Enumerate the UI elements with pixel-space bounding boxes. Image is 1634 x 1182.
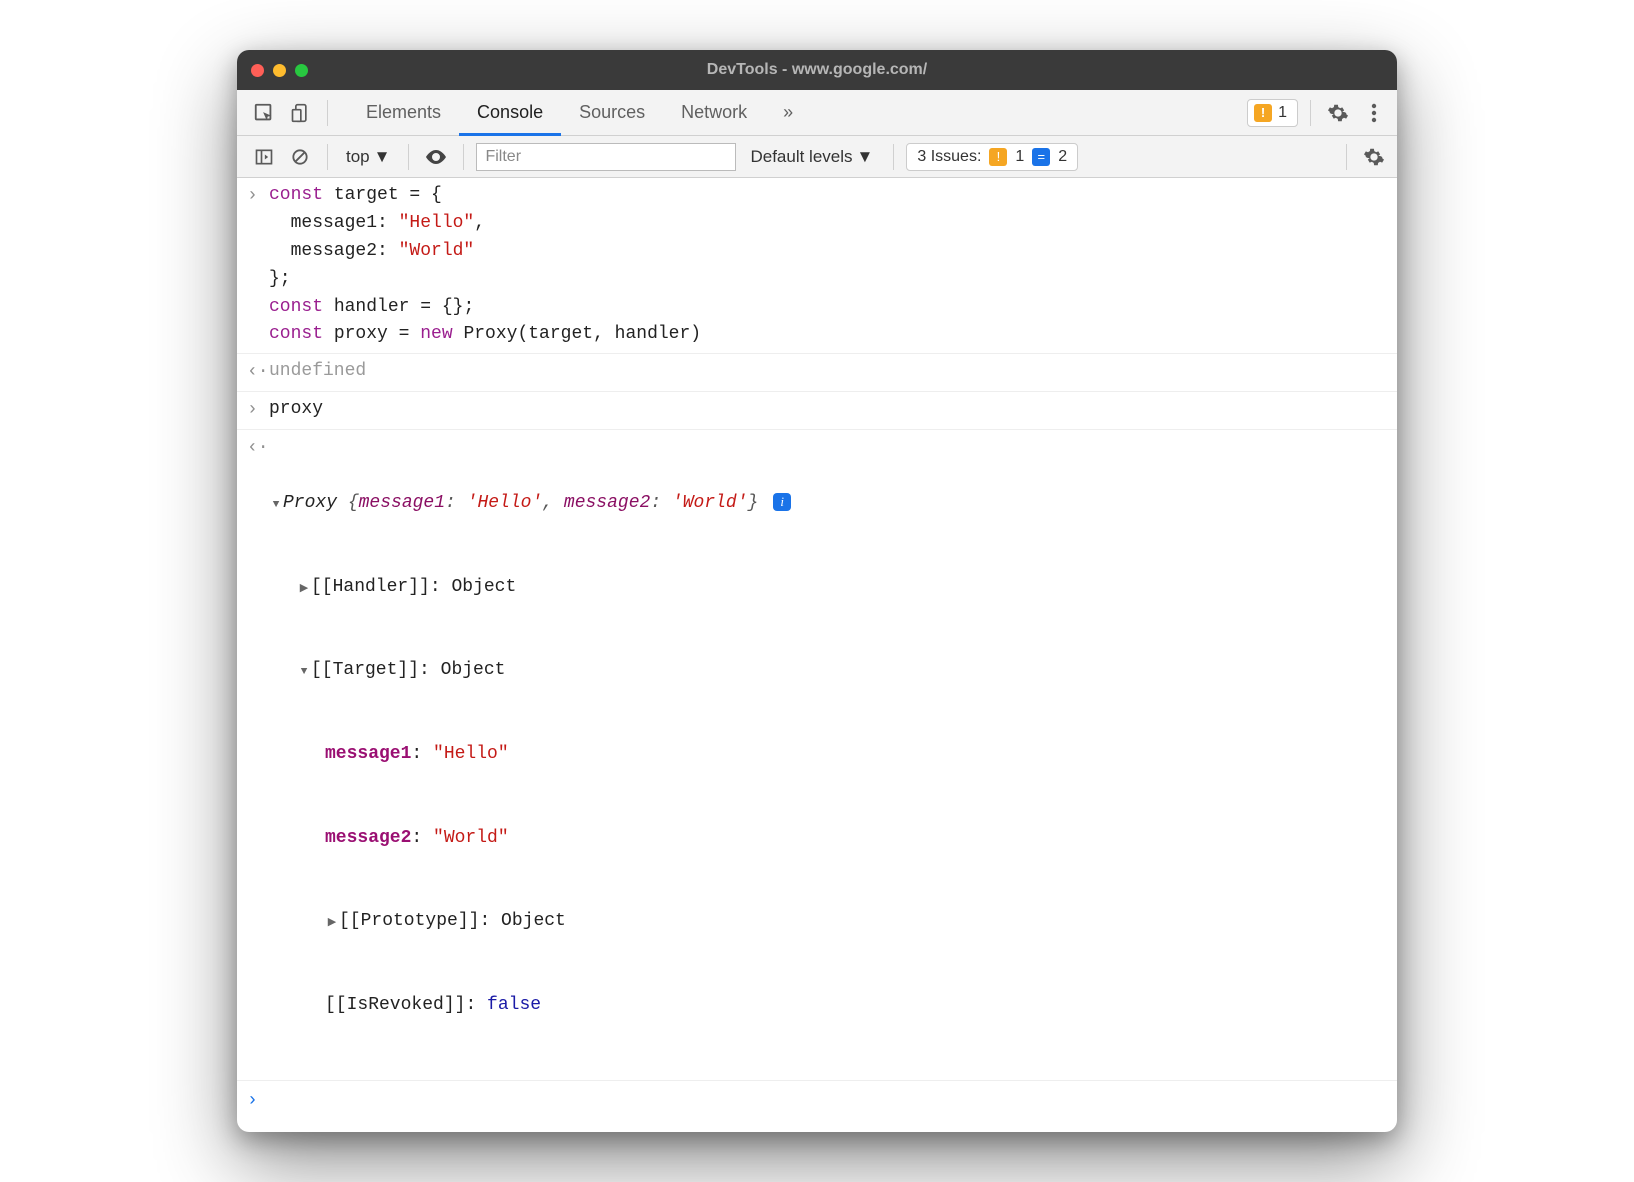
expand-toggle-icon[interactable]: [269, 490, 283, 518]
levels-label: Default levels: [750, 147, 852, 167]
device-toggle-icon[interactable]: [285, 98, 315, 128]
object-property: message1: "Hello": [269, 741, 1385, 769]
filter-input[interactable]: [476, 143, 736, 171]
object-property: message2: "World": [269, 825, 1385, 853]
output-chevron-icon: ‹·: [247, 358, 269, 387]
input-chevron-icon: ›: [247, 182, 269, 349]
window-title: DevTools - www.google.com/: [237, 61, 1397, 79]
input-chevron-icon: ›: [247, 1087, 269, 1116]
console-input-row[interactable]: › const target = { message1: "Hello", me…: [237, 178, 1397, 354]
window-controls: [251, 64, 308, 77]
issues-label: 3 Issues:: [917, 148, 981, 166]
context-selector[interactable]: top ▼: [340, 147, 396, 167]
separator: [1346, 144, 1347, 170]
output-chevron-icon: ‹·: [247, 434, 269, 1075]
object-property[interactable]: [[Target]]: Object: [269, 657, 1385, 685]
issues-info-count: 2: [1058, 148, 1067, 166]
devtools-window: DevTools - www.google.com/ Elements Cons…: [237, 50, 1397, 1132]
issues-warn-count: 1: [1015, 148, 1024, 166]
issues-button[interactable]: 3 Issues: ! 1 = 2: [906, 143, 1078, 171]
input-chevron-icon: ›: [247, 396, 269, 425]
settings-icon[interactable]: [1323, 98, 1353, 128]
inspect-element-icon[interactable]: [249, 98, 279, 128]
undefined-result: undefined: [269, 358, 1385, 387]
console-settings-icon[interactable]: [1359, 142, 1389, 172]
info-icon: =: [1032, 148, 1050, 166]
object-header[interactable]: Proxy {message1: 'Hello', message2: 'Wor…: [269, 490, 1385, 518]
warning-count: 1: [1278, 104, 1287, 122]
expand-toggle-icon[interactable]: [297, 574, 311, 602]
separator: [327, 144, 328, 170]
separator: [408, 144, 409, 170]
main-toolbar: Elements Console Sources Network » ! 1: [237, 90, 1397, 136]
tab-elements[interactable]: Elements: [348, 90, 459, 135]
context-label: top: [346, 147, 370, 167]
expand-toggle-icon[interactable]: [297, 657, 311, 685]
log-levels-selector[interactable]: Default levels ▼: [742, 147, 881, 167]
separator: [1310, 100, 1311, 126]
minimize-window-button[interactable]: [273, 64, 286, 77]
console-result-row: ‹· Proxy {message1: 'Hello', message2: '…: [237, 430, 1397, 1080]
clear-console-icon[interactable]: [285, 142, 315, 172]
warning-icon: !: [989, 148, 1007, 166]
panel-tabs: Elements Console Sources Network »: [348, 90, 811, 135]
separator: [893, 144, 894, 170]
object-property: [[IsRevoked]]: false: [269, 992, 1385, 1020]
code-block: const target = { message1: "Hello", mess…: [269, 182, 1385, 349]
console-output: › const target = { message1: "Hello", me…: [237, 178, 1397, 1132]
console-input-empty[interactable]: [269, 1087, 1385, 1116]
console-result-row: ‹· undefined: [237, 354, 1397, 392]
expand-toggle-icon[interactable]: [325, 908, 339, 936]
console-toolbar: top ▼ Default levels ▼ 3 Issues: ! 1 = 2: [237, 136, 1397, 178]
object-property[interactable]: [[Prototype]]: Object: [269, 908, 1385, 936]
separator: [463, 144, 464, 170]
tab-console[interactable]: Console: [459, 90, 561, 135]
object-property[interactable]: [[Handler]]: Object: [269, 574, 1385, 602]
tab-network[interactable]: Network: [663, 90, 765, 135]
info-icon[interactable]: i: [773, 493, 791, 511]
chevron-down-icon: ▼: [857, 147, 874, 167]
titlebar: DevTools - www.google.com/: [237, 50, 1397, 90]
proxy-object-output: Proxy {message1: 'Hello', message2: 'Wor…: [269, 434, 1385, 1075]
live-expression-icon[interactable]: [421, 142, 451, 172]
code-input: proxy: [269, 396, 1385, 425]
maximize-window-button[interactable]: [295, 64, 308, 77]
more-menu-icon[interactable]: [1359, 98, 1389, 128]
close-window-button[interactable]: [251, 64, 264, 77]
tab-sources[interactable]: Sources: [561, 90, 663, 135]
console-input-row[interactable]: › proxy: [237, 392, 1397, 430]
chevron-down-icon: ▼: [374, 147, 391, 167]
console-sidebar-toggle-icon[interactable]: [249, 142, 279, 172]
tab-more[interactable]: »: [765, 90, 811, 135]
warning-icon: !: [1254, 104, 1272, 122]
separator: [327, 100, 328, 126]
warnings-badge[interactable]: ! 1: [1247, 99, 1298, 127]
console-prompt[interactable]: ›: [237, 1081, 1397, 1132]
